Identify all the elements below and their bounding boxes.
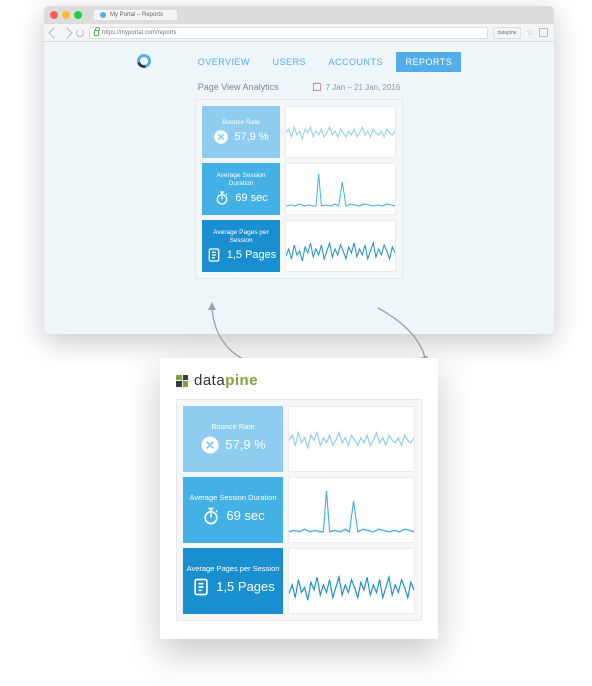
stopwatch-icon — [214, 190, 230, 206]
metric-tile-session-duration: Average Session Duration 69 sec — [183, 477, 283, 543]
datapine-mark-icon — [176, 375, 188, 387]
forward-icon[interactable] — [61, 27, 72, 38]
metric-row: Bounce Rate 57,9 % — [183, 406, 415, 472]
window-titlebar: My Portal – Reports — [44, 6, 554, 24]
stopwatch-icon — [201, 506, 221, 526]
address-bar[interactable]: https://myportal.com/reports — [89, 27, 488, 39]
analytics-card: Bounce Rate 57,9 % Average Session Durat… — [176, 399, 422, 621]
page-title: Page View Analytics — [198, 82, 279, 92]
metric-tile-bounce-rate: Bounce Rate 57,9 % — [183, 406, 283, 472]
datapine-wordmark: datapine — [194, 372, 258, 389]
browser-toolbar: https://myportal.com/reports datapine ☆ — [44, 24, 554, 42]
metric-tile-bounce-rate: Bounce Rate 57,9 % — [202, 106, 280, 158]
metric-row: Average Pages per Session 1,5 Pages — [183, 548, 415, 614]
reload-icon[interactable] — [76, 29, 84, 37]
date-range-picker[interactable]: 7 Jan – 21 Jan, 2016 — [313, 83, 401, 92]
metric-value: 57,9 % — [234, 131, 268, 143]
metric-row: Average Pages per Session 1,5 Pages — [202, 220, 396, 272]
close-icon[interactable] — [50, 11, 58, 19]
nav-users[interactable]: USERS — [264, 52, 316, 72]
back-icon[interactable] — [48, 27, 59, 38]
metric-value: 1,5 Pages — [216, 579, 275, 594]
sub-header: Page View Analytics 7 Jan – 21 Jan, 2016 — [44, 80, 554, 99]
datapine-logo: datapine — [176, 372, 422, 389]
metric-label: Bounce Rate — [211, 423, 254, 432]
metric-label: Average Pages per Session — [205, 229, 277, 244]
browser-window: My Portal – Reports https://myportal.com… — [44, 6, 554, 334]
metric-value: 57,9 % — [225, 437, 265, 452]
nav-reports[interactable]: REPORTS — [396, 52, 461, 72]
metric-value: 69 sec — [226, 508, 264, 523]
metric-value: 1,5 Pages — [227, 249, 277, 261]
metric-label: Bounce Rate — [222, 119, 260, 126]
embed-panel: datapine Bounce Rate 57,9 % Average Sess… — [160, 358, 438, 639]
page-content: OVERVIEW USERS ACCOUNTS REPORTS Page Vie… — [44, 42, 554, 334]
metric-tile-session-duration: Average Session Duration 69 sec — [202, 163, 280, 215]
nav-accounts[interactable]: ACCOUNTS — [319, 52, 392, 72]
x-circle-icon — [200, 435, 220, 455]
sparkline-session-duration — [288, 477, 415, 543]
menu-icon[interactable] — [539, 28, 548, 37]
sparkline-bounce-rate — [288, 406, 415, 472]
x-circle-icon — [213, 129, 229, 145]
sparkline-bounce-rate — [285, 106, 396, 158]
document-icon — [191, 577, 211, 597]
metric-row: Bounce Rate 57,9 % — [202, 106, 396, 158]
bookmark-icon[interactable]: ☆ — [526, 27, 534, 38]
metric-label: Average Session Duration — [205, 172, 277, 187]
maximize-icon[interactable] — [74, 11, 82, 19]
metric-row: Average Session Duration 69 sec — [202, 163, 396, 215]
date-range-text: 7 Jan – 21 Jan, 2016 — [326, 83, 401, 92]
nav-overview[interactable]: OVERVIEW — [189, 52, 259, 72]
metric-row: Average Session Duration 69 sec — [183, 477, 415, 543]
extension-button[interactable]: datapine — [493, 27, 521, 39]
metric-label: Average Session Duration — [190, 494, 277, 503]
document-icon — [206, 247, 222, 263]
url-text: https://myportal.com/reports — [102, 30, 176, 36]
minimize-icon[interactable] — [62, 11, 70, 19]
browser-tab[interactable]: My Portal – Reports — [94, 10, 177, 20]
lock-icon — [94, 30, 99, 36]
analytics-card: Bounce Rate 57,9 % Average Session Durat… — [195, 99, 403, 279]
calendar-icon — [313, 83, 321, 91]
sparkline-session-duration — [285, 163, 396, 215]
metric-label: Average Pages per Session — [187, 565, 280, 574]
metric-tile-pages-per-session: Average Pages per Session 1,5 Pages — [202, 220, 280, 272]
metric-tile-pages-per-session: Average Pages per Session 1,5 Pages — [183, 548, 283, 614]
sparkline-pages-per-session — [285, 220, 396, 272]
top-nav: OVERVIEW USERS ACCOUNTS REPORTS — [44, 42, 554, 80]
nav-links: OVERVIEW USERS ACCOUNTS REPORTS — [189, 52, 462, 70]
app-logo-icon — [134, 51, 153, 70]
sparkline-pages-per-session — [288, 548, 415, 614]
metric-value: 69 sec — [235, 192, 267, 204]
